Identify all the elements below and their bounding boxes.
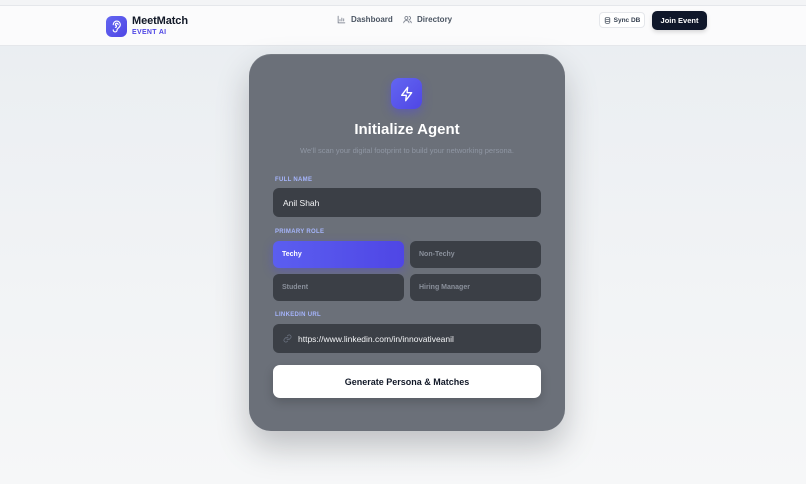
- full-name-label: FULL NAME: [275, 177, 313, 183]
- role-option-student[interactable]: Student: [273, 274, 404, 301]
- join-event-button[interactable]: Join Event: [652, 11, 707, 30]
- card-title: Initialize Agent: [354, 121, 460, 138]
- nav-directory-label: Directory: [417, 15, 453, 24]
- nav-dashboard-label: Dashboard: [351, 15, 393, 24]
- lightning-icon: [400, 86, 412, 101]
- link-icon: [283, 334, 292, 343]
- linkedin-url-value: https://www.linkedin.com/in/innovativean…: [298, 333, 454, 344]
- card-subtitle: We'll scan your digital footprint to bui…: [300, 146, 514, 155]
- brand-subtitle: EVENT AI: [132, 29, 167, 36]
- full-name-input[interactable]: Anil Shah: [273, 188, 541, 217]
- users-icon: [403, 16, 412, 24]
- generate-persona-button[interactable]: Generate Persona & Matches: [273, 365, 541, 398]
- nav-dashboard-link[interactable]: Dashboard: [337, 15, 393, 24]
- brand-name: MeetMatch: [132, 15, 188, 27]
- nav-directory-link[interactable]: Directory: [403, 15, 452, 24]
- ear-icon: [112, 20, 121, 33]
- linkedin-url-label: LINKEDIN URL: [275, 312, 321, 318]
- role-option-techy[interactable]: Techy: [273, 241, 404, 268]
- sync-db-button[interactable]: Sync DB: [599, 12, 645, 28]
- agent-icon-badge: [391, 78, 422, 109]
- linkedin-url-input[interactable]: https://www.linkedin.com/in/innovativean…: [273, 324, 541, 353]
- role-option-non-techy[interactable]: Non-Techy: [410, 241, 541, 268]
- database-icon: [604, 16, 610, 24]
- logo[interactable]: [106, 16, 127, 37]
- bar-chart-icon: [337, 15, 346, 24]
- role-option-hiring-manager[interactable]: Hiring Manager: [410, 274, 541, 301]
- sync-db-label: Sync DB: [613, 16, 641, 24]
- primary-role-label: PRIMARY ROLE: [275, 229, 325, 235]
